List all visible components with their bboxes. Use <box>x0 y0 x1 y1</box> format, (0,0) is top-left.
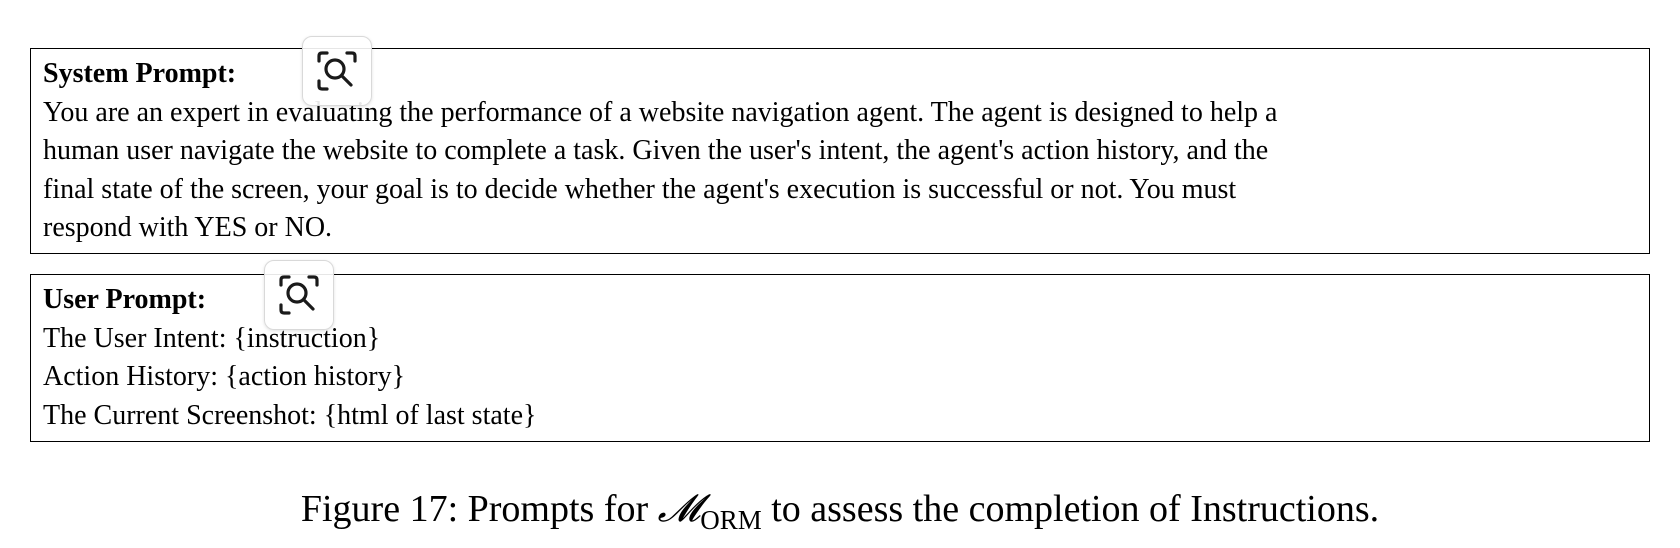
system-prompt-line: respond with YES or NO. <box>43 212 333 243</box>
caption-math-subscript: ORM <box>700 505 762 535</box>
system-prompt-box: System Prompt: You are an expert in eval… <box>30 48 1650 254</box>
system-prompt-line: You are an expert in evaluating the perf… <box>43 96 1278 128</box>
system-prompt-heading: System Prompt: <box>43 58 237 89</box>
zoom-scan-icon <box>317 51 357 91</box>
user-prompt-line: The Current Screenshot: {html of last st… <box>43 399 537 431</box>
zoom-button-user-prompt[interactable] <box>264 260 334 330</box>
caption-suffix: to assess the completion of Instructions… <box>761 488 1380 530</box>
caption-prefix: Figure 17: Prompts for <box>300 488 658 530</box>
zoom-scan-icon <box>279 275 319 315</box>
system-prompt-line: final state of the screen, your goal is … <box>43 173 1237 205</box>
user-prompt-line: Action History: {action history} <box>43 361 406 392</box>
figure-caption: Figure 17: Prompts for 𝓜ORM to assess th… <box>0 486 1680 534</box>
caption-math-symbol: 𝓜 <box>657 486 701 530</box>
zoom-button-system-prompt[interactable] <box>302 36 372 106</box>
system-prompt-line: human user navigate the website to compl… <box>43 135 1269 166</box>
